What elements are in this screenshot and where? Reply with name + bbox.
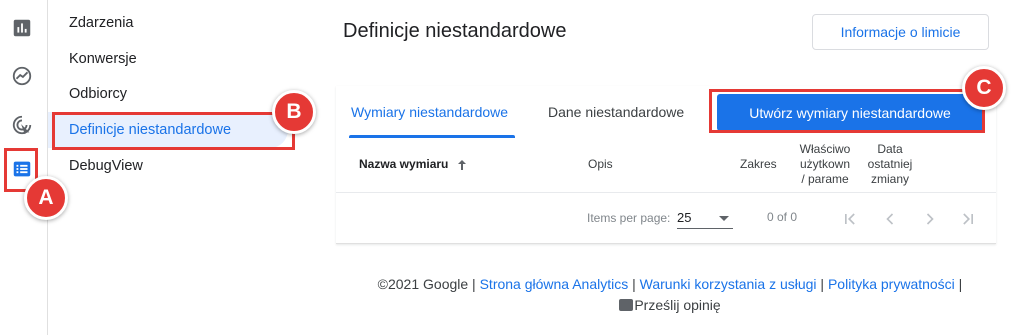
active-tab-indicator xyxy=(349,135,515,138)
nav-item-audiences[interactable]: Odbiorcy xyxy=(48,76,288,112)
annotation-box-c xyxy=(709,89,985,133)
feedback-icon xyxy=(619,299,634,311)
column-property-line3: / parame xyxy=(801,172,849,186)
column-header-user-property[interactable]: Właściwo użytkown / parame xyxy=(796,142,854,187)
definitions-card: Wymiary niestandardowe Dane niestandardo… xyxy=(336,86,996,244)
previous-page-button[interactable] xyxy=(878,207,902,231)
column-header-last-changed[interactable]: Data ostatniej zmiany xyxy=(862,142,918,187)
footer-link-privacy[interactable]: Polityka prywatności xyxy=(828,276,955,292)
footer-separator: | xyxy=(816,276,828,292)
page-title: Definicje niestandardowe xyxy=(343,20,567,42)
tab-custom-dimensions[interactable]: Wymiary niestandardowe xyxy=(351,86,508,138)
annotation-badge-c: C xyxy=(962,66,1006,110)
column-name-label: Nazwa wymiaru xyxy=(359,157,449,171)
tab-custom-metrics[interactable]: Dane niestandardowe xyxy=(548,86,684,138)
column-header-name[interactable]: Nazwa wymiaru xyxy=(359,157,468,172)
column-date-line2: ostatniej xyxy=(867,157,913,171)
footer-link-terms[interactable]: Warunki korzystania z usługi xyxy=(640,276,817,292)
annotation-badge-a: A xyxy=(24,176,68,220)
quota-info-button[interactable]: Informacje o limicie xyxy=(812,14,989,50)
chevron-left-icon xyxy=(886,213,894,225)
items-per-page-label: Items per page: xyxy=(587,211,671,225)
footer-separator: | xyxy=(628,276,640,292)
column-header-description[interactable]: Opis xyxy=(588,157,613,172)
column-property-line1: Właściwo xyxy=(799,142,851,156)
last-page-button[interactable] xyxy=(956,207,980,231)
items-per-page-value: 25 xyxy=(677,210,692,225)
nav-item-conversions[interactable]: Konwersje xyxy=(48,41,288,77)
secondary-nav: Zdarzenia Konwersje Odbiorcy Definicje n… xyxy=(48,0,318,335)
column-property-line2: użytkown xyxy=(799,157,851,171)
annotation-box-b xyxy=(52,112,295,150)
column-date-line3: zmiany xyxy=(870,172,909,186)
footer-feedback-link[interactable]: Prześlij opinię xyxy=(634,297,720,313)
annotation-badge-b: B xyxy=(272,90,316,134)
nav-item-events[interactable]: Zdarzenia xyxy=(48,5,288,41)
footer: ©2021 Google | Strona główna Analytics |… xyxy=(340,274,1000,316)
first-page-icon xyxy=(845,213,855,225)
pagination-range: 0 of 0 xyxy=(767,210,798,224)
column-date-line1: Data xyxy=(877,142,903,156)
column-header-scope[interactable]: Zakres xyxy=(740,157,777,172)
footer-copyright: ©2021 Google xyxy=(377,276,469,292)
bar-chart-icon[interactable] xyxy=(8,14,36,42)
advertising-icon[interactable] xyxy=(8,111,36,139)
last-page-icon xyxy=(963,213,973,225)
chevron-right-icon xyxy=(926,213,934,225)
dropdown-arrow-icon xyxy=(719,216,729,221)
footer-link-analytics-home[interactable]: Strona główna Analytics xyxy=(480,276,629,292)
next-page-button[interactable] xyxy=(918,207,942,231)
footer-separator: | xyxy=(954,276,963,292)
footer-separator: | xyxy=(468,276,480,292)
items-per-page-select[interactable]: 25 xyxy=(677,207,733,229)
explore-icon[interactable] xyxy=(8,62,36,90)
sort-arrow-up-icon xyxy=(458,159,467,170)
nav-item-debugview[interactable]: DebugView xyxy=(48,148,288,184)
header-divider xyxy=(336,192,996,193)
first-page-button[interactable] xyxy=(838,207,862,231)
